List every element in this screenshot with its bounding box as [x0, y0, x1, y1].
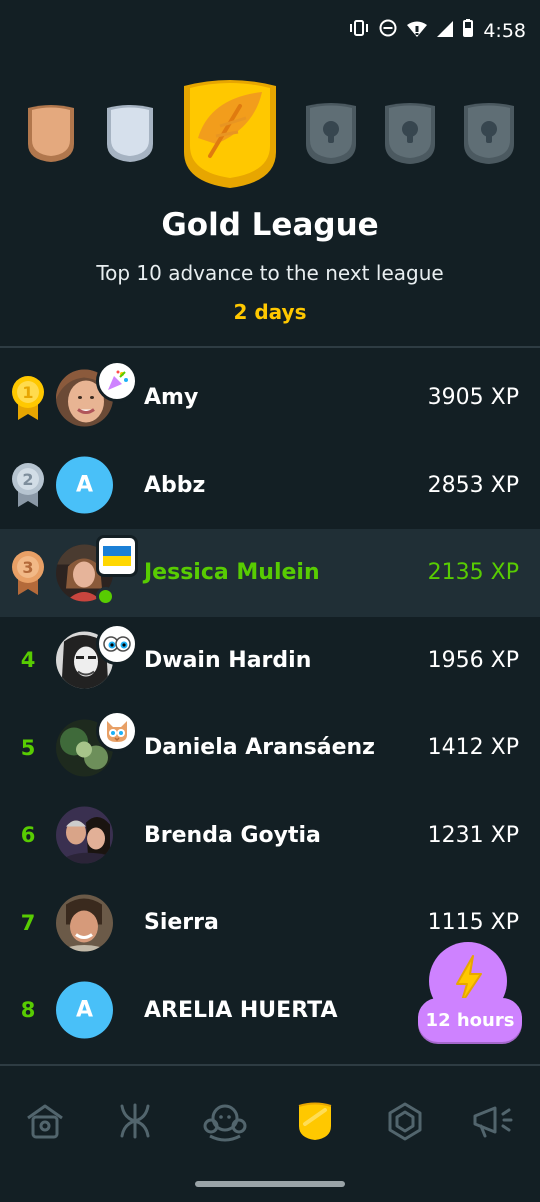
user-xp: 1956 XP	[427, 647, 519, 673]
characters-icon	[120, 1103, 150, 1139]
medal-rank: 1	[22, 383, 33, 402]
user-rank: 4	[20, 648, 36, 673]
user-xp: 1412 XP	[427, 735, 519, 761]
nav-friends[interactable]	[200, 1096, 250, 1146]
user-name: Sierra	[144, 910, 219, 936]
user-xp: 1231 XP	[427, 822, 519, 848]
bronze-medal-icon: 3	[10, 549, 46, 597]
nav-characters[interactable]	[110, 1096, 160, 1146]
user-name: Brenda Goytia	[144, 822, 321, 848]
clock: 4:58	[483, 19, 526, 42]
silver-league-badge	[103, 104, 157, 168]
nav-home[interactable]	[20, 1096, 70, 1146]
locked-league-badge	[460, 102, 518, 170]
googly-eyes-icon	[96, 622, 138, 665]
avatar[interactable]	[56, 806, 113, 864]
divider	[0, 346, 540, 348]
user-name: ARELIA HUERTA	[144, 997, 338, 1023]
silver-medal-icon: 2	[10, 461, 46, 509]
user-xp: 2135 XP	[427, 560, 519, 586]
leaderboard-row[interactable]: 1 Amy 3905 XP	[0, 354, 540, 442]
locked-league-badge	[381, 102, 439, 170]
medal-rank: 2	[22, 470, 33, 489]
vibrate-icon	[349, 19, 369, 42]
news-icon	[473, 1106, 513, 1138]
user-name: Dwain Hardin	[144, 647, 312, 673]
leagues-icon	[298, 1102, 332, 1140]
do-not-disturb-icon	[379, 19, 397, 42]
locked-league-badge	[302, 102, 360, 170]
nav-news[interactable]	[470, 1096, 520, 1146]
friends-icon	[203, 1104, 247, 1142]
ukraine-flag-icon	[96, 535, 138, 577]
shop-icon	[388, 1102, 422, 1141]
party-popper-icon	[96, 360, 138, 402]
status-bar: 4:58	[0, 0, 540, 60]
medal-rank: 3	[22, 558, 33, 577]
user-rank: 5	[20, 735, 36, 760]
user-name: Daniela Aransáenz	[144, 735, 375, 761]
avatar[interactable]: A	[56, 981, 113, 1039]
user-name: Amy	[144, 385, 199, 411]
nav-shop[interactable]	[380, 1096, 430, 1146]
cat-face-icon	[96, 710, 138, 752]
user-rank: 7	[20, 910, 36, 935]
user-rank: 6	[20, 823, 36, 848]
user-xp: 3905 XP	[427, 385, 519, 411]
league-badges	[0, 78, 540, 193]
leaderboard-row-current-user[interactable]: 3 Jessica Mulein 2135 XP	[0, 529, 540, 617]
leaderboard-row[interactable]: 4 Dwain Hardin 1956 XP	[0, 617, 540, 705]
online-status-dot	[96, 587, 115, 606]
home-indicator[interactable]	[195, 1181, 345, 1187]
user-name: Jessica Mulein	[144, 560, 320, 586]
user-rank: 8	[20, 998, 36, 1023]
league-subtitle: Top 10 advance to the next league	[96, 261, 444, 285]
leaderboard-row[interactable]: 6 Brenda Goytia 1231 XP	[0, 792, 540, 880]
signal-icon	[437, 20, 454, 42]
bronze-league-badge	[24, 104, 78, 168]
home-icon	[27, 1104, 63, 1139]
boost-time-label: 12 hours	[418, 998, 522, 1042]
user-xp: 2853 XP	[427, 472, 519, 498]
battery-icon	[463, 19, 474, 42]
league-title: Gold League	[161, 207, 379, 243]
leaderboard-row[interactable]: 2 A Abbz 2853 XP	[0, 442, 540, 530]
leaderboard-row[interactable]: 5 Daniela Aransáenz 1412 XP	[0, 704, 540, 792]
avatar[interactable]	[56, 894, 113, 952]
wifi-icon	[407, 20, 428, 42]
user-name: Abbz	[144, 472, 206, 498]
avatar[interactable]: A	[56, 456, 113, 514]
gold-league-badge	[180, 78, 280, 194]
xp-boost-timer[interactable]: 12 hours	[418, 942, 522, 1042]
gold-medal-icon: 1	[10, 374, 46, 422]
nav-leagues[interactable]	[290, 1096, 340, 1146]
league-time-left: 2 days	[233, 300, 307, 324]
user-xp: 1115 XP	[427, 910, 519, 936]
